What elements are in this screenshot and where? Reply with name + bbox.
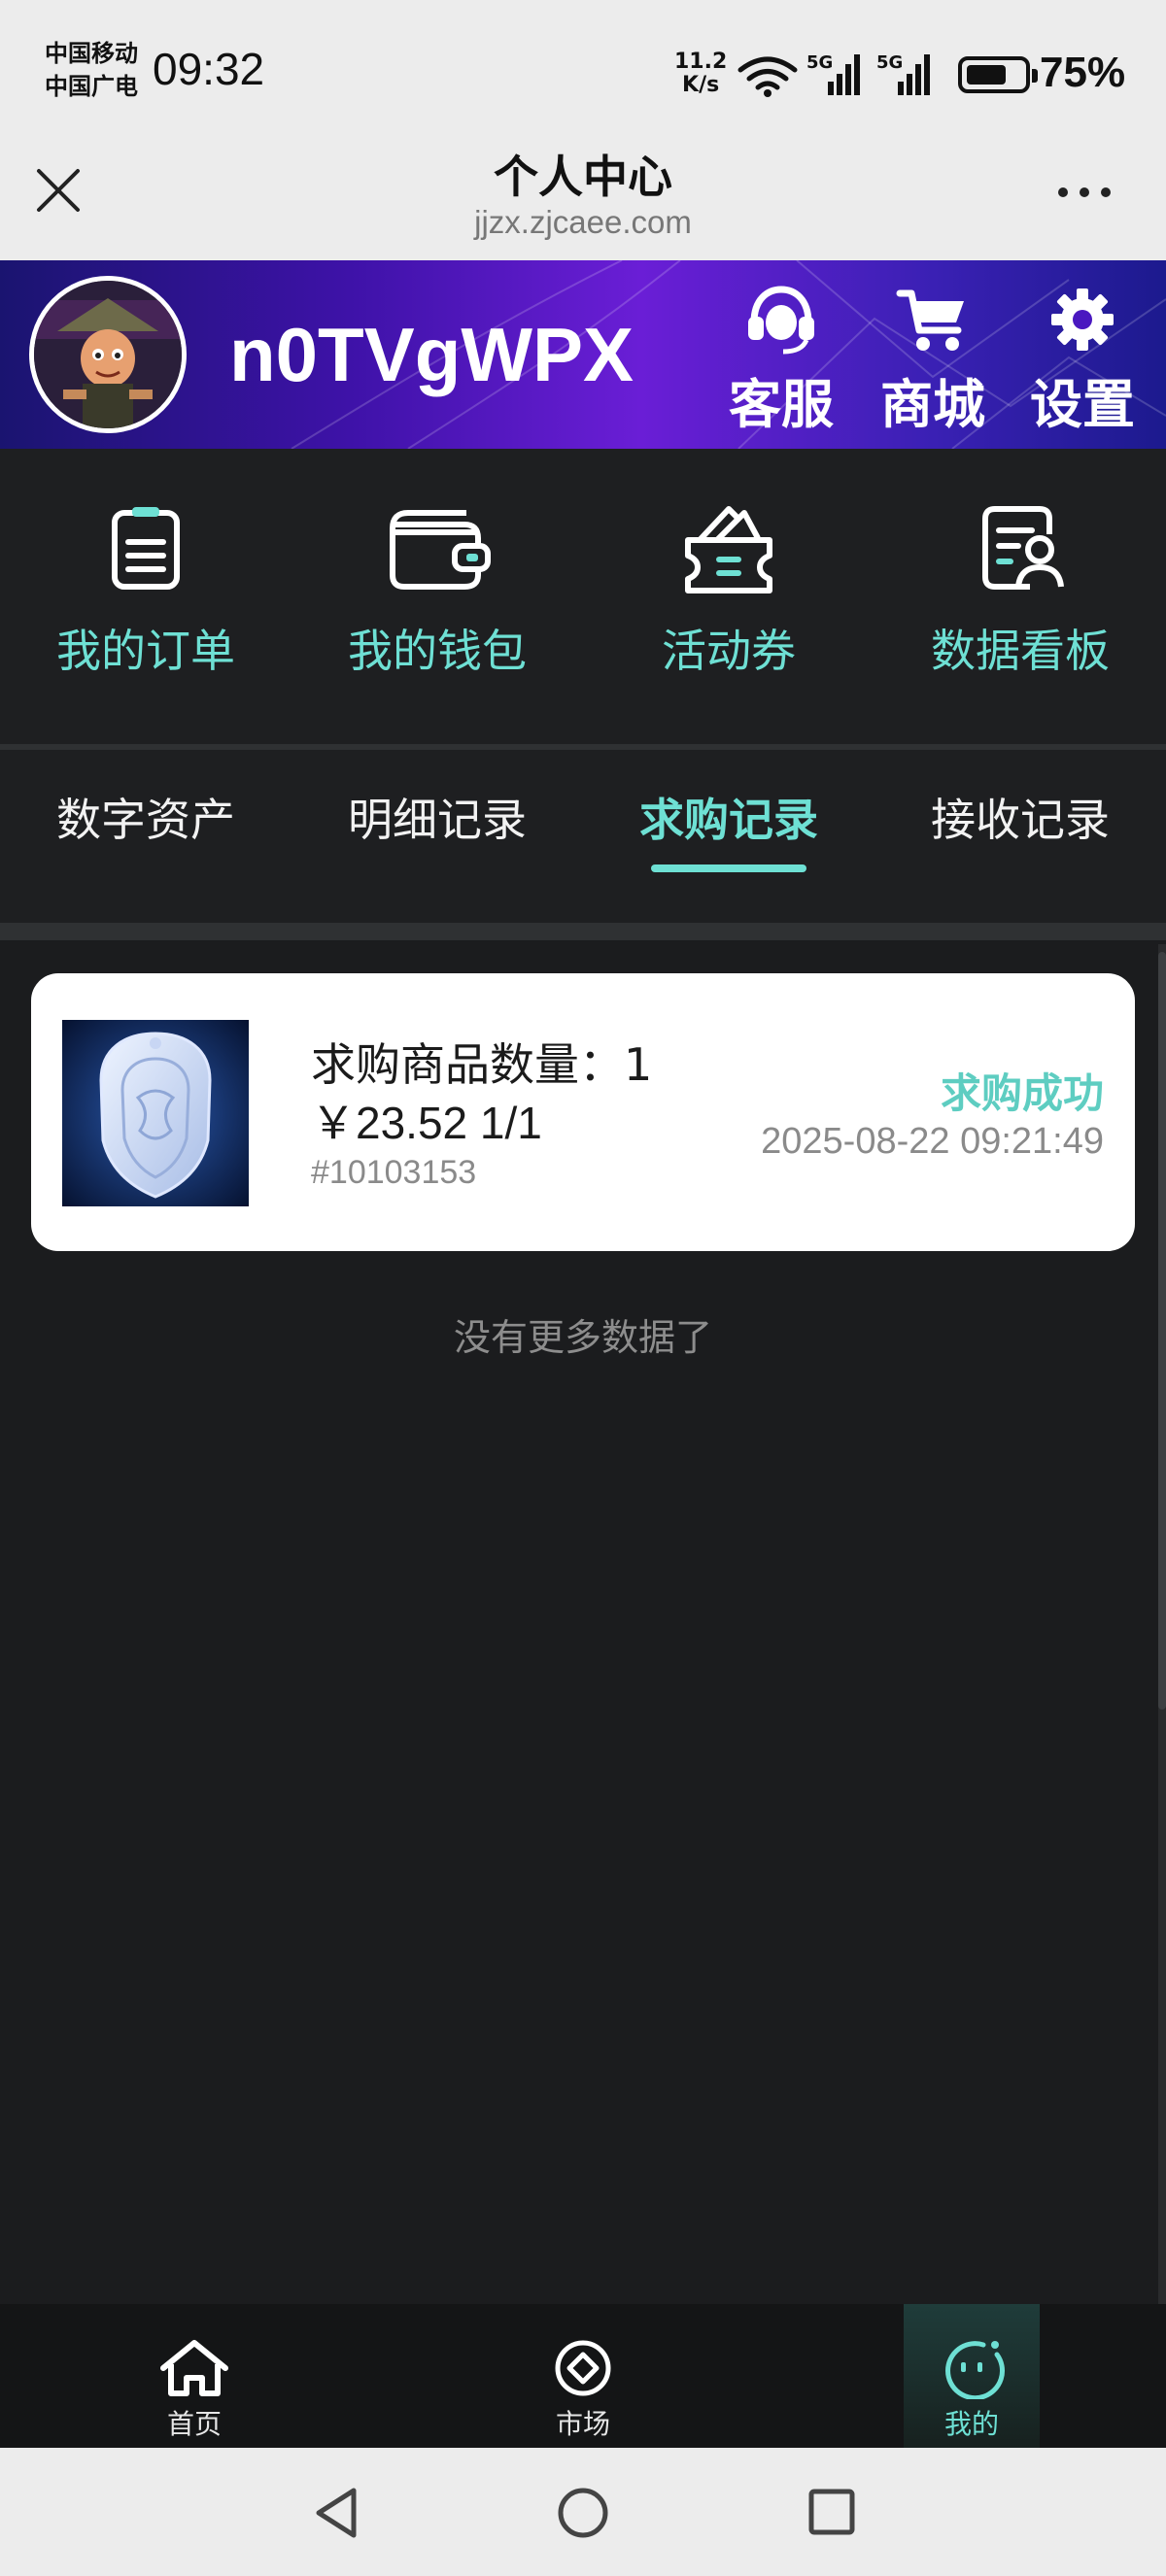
network-1-label: 5G [806,52,833,73]
clock: 09:32 [153,44,265,94]
status-badge: 求购成功 [940,1069,1104,1117]
customer-service-label: 客服 [729,374,834,435]
cart-icon [896,289,964,351]
my-wallet-label: 我的钱包 [348,625,527,677]
purchase-price: ￥23.52 1/1 [311,1098,542,1148]
tab-received-records[interactable]: 接收记录 [874,785,1166,849]
network-speed-value: 11.2 [674,50,728,74]
purchase-record-card[interactable]: 求购商品数量：1 ￥23.52 1/1 #10103153 求购成功 2025-… [31,973,1135,1251]
personal-center-page: 中国移动 中国广电 09:32 11.2 K/s 5G 5G 75% 个人中心 … [0,0,1166,2576]
battery-percent: 75% [1040,49,1126,96]
tab-digital-assets[interactable]: 数字资产 [0,785,292,849]
coupons-label: 活动券 [662,625,796,677]
profile-face-icon [945,2341,1006,2399]
mall-label: 商城 [880,374,985,435]
coupons-button[interactable]: 活动券 [583,499,874,680]
my-wallet-button[interactable]: 我的钱包 [292,499,583,680]
jade-pendant-image [62,1020,249,1206]
quick-menu: 我的订单 我的钱包 活动券 数据看板 [0,449,1166,746]
nav-mine[interactable]: 我的 [855,2304,1088,2448]
avatar-image [34,281,182,428]
more-horizontal-icon[interactable] [1049,175,1119,210]
customer-service-button[interactable]: 客服 [723,284,840,438]
battery-icon [958,56,1038,93]
my-orders-label: 我的订单 [56,625,235,677]
record-tabs: 数字资产 明细记录 求购记录 接收记录 [0,750,1166,925]
tab-purchase-requests[interactable]: 求购记录 [583,785,874,849]
nav-mine-label: 我的 [943,2408,999,2440]
network-speed-unit: K/s [682,73,720,97]
purchase-timestamp: 2025-08-22 09:21:49 [761,1121,1104,1162]
status-bar: 中国移动 中国广电 09:32 11.2 K/s 5G 5G 75% [0,0,1166,136]
carrier-2: 中国广电 [45,73,138,100]
mall-button[interactable]: 商城 [874,284,991,438]
my-orders-button[interactable]: 我的订单 [0,499,292,680]
page-title: 个人中心 [494,151,672,203]
home-circle-icon[interactable] [556,2485,610,2541]
back-icon[interactable] [309,2485,363,2541]
product-thumbnail [62,1020,249,1206]
gear-icon [1051,288,1114,351]
active-tab-indicator [651,864,806,872]
nav-home-label: 首页 [166,2408,222,2440]
username: n0TVgWPX [229,312,634,397]
nav-market[interactable]: 市场 [466,2304,700,2448]
avatar[interactable] [29,276,187,433]
headset-icon [748,286,814,355]
nav-home[interactable]: 首页 [78,2304,311,2448]
carrier-info: 中国移动 中国广电 [45,37,138,103]
settings-button[interactable]: 设置 [1024,284,1141,438]
carrier-1: 中国移动 [45,40,138,67]
browser-title-bar: 个人中心 jjzx.zjcaee.com [0,136,1166,260]
nav-market-label: 市场 [555,2408,610,2440]
network-speed: 11.2 K/s [674,51,727,97]
signal-5g-icon-2: 5G [876,52,930,95]
page-url: jjzx.zjcaee.com [474,204,692,240]
purchase-quantity: 求购商品数量：1 [311,1038,653,1091]
system-navigation-bar [0,2448,1166,2576]
no-more-data-text: 没有更多数据了 [453,1316,712,1359]
market-icon [555,2340,611,2396]
wallet-icon [390,510,491,590]
divider [0,923,1166,940]
purchase-id: #10103153 [311,1154,477,1191]
battery-fill [967,65,1006,85]
bottom-navigation: 首页 市场 我的 [0,2304,1166,2448]
tab-detail-records[interactable]: 明细记录 [292,785,583,849]
wifi-icon [737,56,798,97]
profile-banner: n0TVgWPX 客服 商城 设置 [0,260,1166,449]
data-dashboard-button[interactable]: 数据看板 [874,499,1166,680]
signal-5g-icon: 5G [806,52,860,95]
settings-label: 设置 [1030,374,1135,435]
home-icon [160,2340,228,2396]
recent-apps-icon[interactable] [806,2487,857,2537]
data-dashboard-label: 数据看板 [931,625,1110,677]
dashboard-icon [982,506,1064,590]
clipboard-icon [112,507,180,590]
coupon-icon [685,506,772,593]
network-2-label: 5G [876,52,903,73]
